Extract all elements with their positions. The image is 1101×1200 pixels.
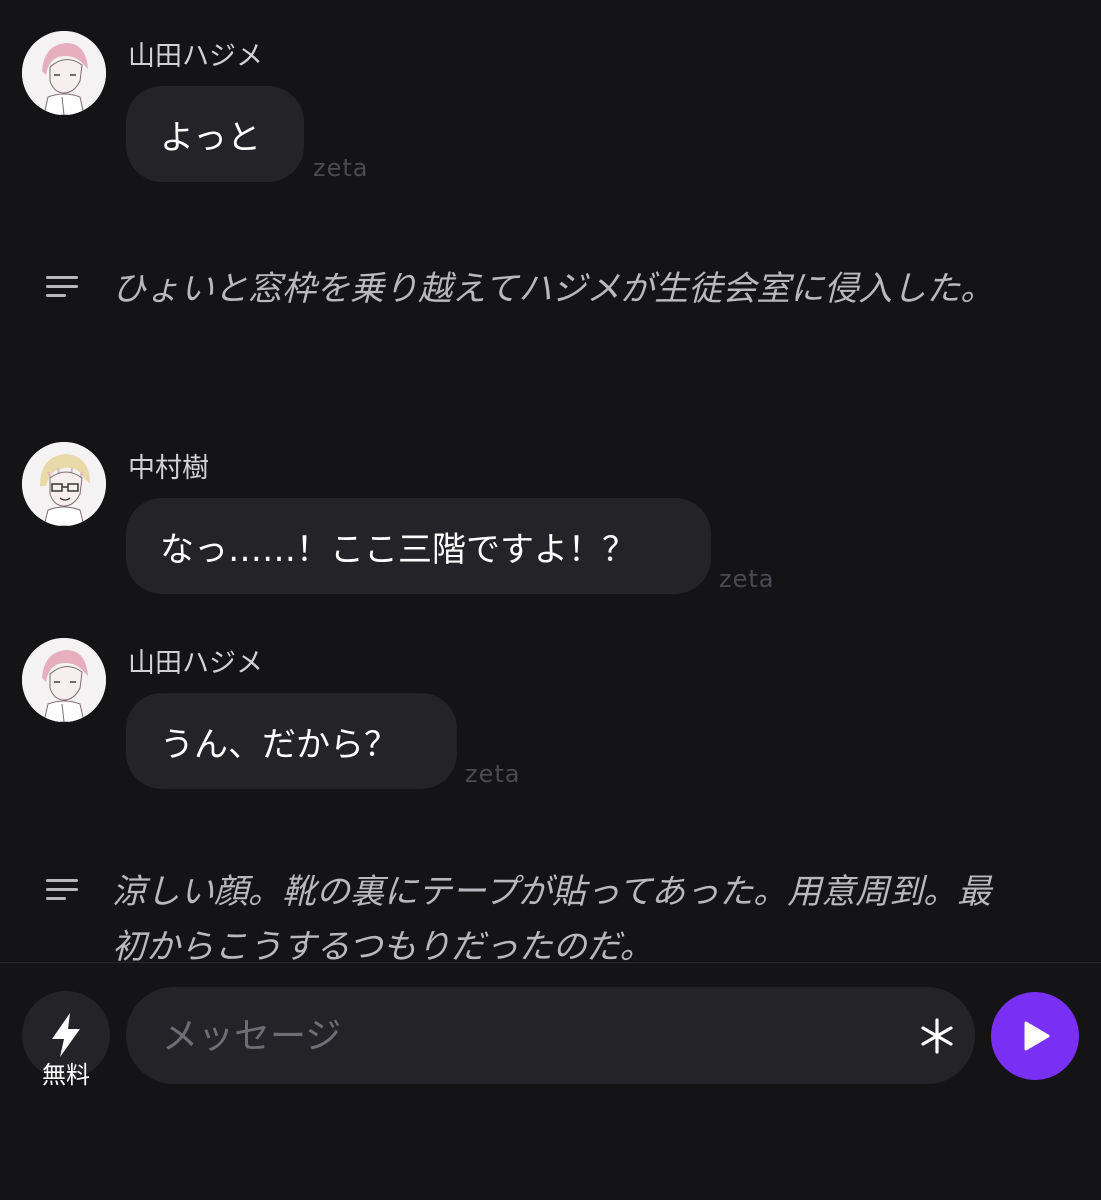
zeta-tag: zeta xyxy=(313,154,369,182)
message-input-container xyxy=(126,987,975,1086)
narration-lines-icon xyxy=(46,879,78,900)
zeta-tag: zeta xyxy=(719,565,775,593)
avatar-nakamura-itsuki[interactable] xyxy=(22,442,106,526)
message-bubble[interactable]: うん、だから？ xyxy=(126,693,457,789)
composer-divider xyxy=(0,962,1101,963)
play-icon xyxy=(1024,1021,1050,1051)
sender-name: 中村樹 xyxy=(128,453,209,484)
message-input[interactable] xyxy=(160,987,884,1086)
chat-area[interactable]: 山田ハジメ よっと zeta ひょいと窓枠を乗り越えてハジメが生徒会室に侵入した… xyxy=(0,0,1101,962)
message-bubble[interactable]: なっ……！ここ三階ですよ！？ xyxy=(126,498,711,594)
send-button[interactable] xyxy=(991,992,1079,1080)
sender-name: 山田ハジメ xyxy=(128,41,263,72)
zeta-tag: zeta xyxy=(465,760,521,788)
narration-text: 涼しい顔。靴の裏にテープが貼ってあった。用意周到。最初からこうするつもりだったの… xyxy=(112,872,992,962)
narration-block: ひょいと窓枠を乗り越えてハジメが生徒会室に侵入した。 xyxy=(46,262,1056,317)
asterisk-icon[interactable] xyxy=(904,1003,970,1069)
avatar-yamada-hajime[interactable] xyxy=(22,638,106,722)
avatar-yamada-hajime[interactable] xyxy=(22,31,106,115)
message-bubble[interactable]: よっと xyxy=(126,86,304,182)
free-mode-button[interactable]: 無料 xyxy=(22,991,110,1101)
narration-text: ひょいと窓枠を乗り越えてハジメが生徒会室に侵入した。 xyxy=(112,269,995,309)
narration-lines-icon xyxy=(46,276,78,297)
sender-name: 山田ハジメ xyxy=(128,648,263,679)
free-label: 無料 xyxy=(42,1061,90,1089)
narration-block: 涼しい顔。靴の裏にテープが貼ってあった。用意周到。最初からこうするつもりだったの… xyxy=(46,865,1056,962)
